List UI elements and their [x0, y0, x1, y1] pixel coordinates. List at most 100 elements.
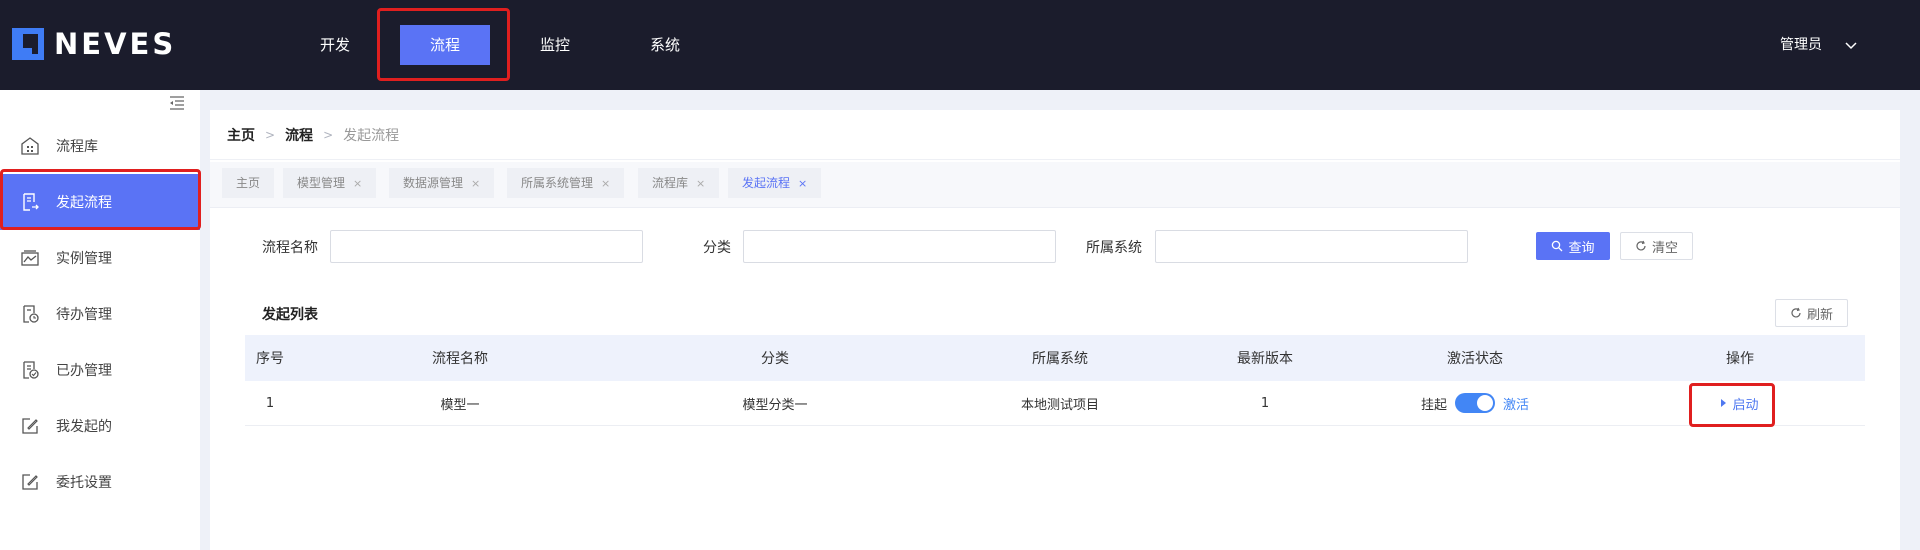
- close-icon[interactable]: ×: [471, 177, 480, 190]
- sidebar-item-start-process[interactable]: 发起流程: [0, 174, 200, 230]
- tabs-bar: 主页 模型管理 × 数据源管理 × 所属系统管理 × 流程库 × 发起流程 ×: [210, 162, 1900, 208]
- sidebar-item-label: 流程库: [56, 139, 98, 155]
- search-icon: [1551, 240, 1563, 252]
- clear-button[interactable]: 清空: [1620, 232, 1693, 260]
- edit-icon: [20, 416, 40, 436]
- document-check-icon: [20, 360, 40, 380]
- row-actions: 启动: [1615, 394, 1865, 413]
- process-table: 序号 流程名称 分类 所属系统 最新版本 激活状态 操作 1 模型一 模型分类一…: [245, 335, 1865, 426]
- brand-name: NEVES: [54, 27, 177, 61]
- breadcrumb-section[interactable]: 流程: [285, 125, 313, 145]
- breadcrumb-current: 发起流程: [343, 127, 400, 144]
- process-name-input[interactable]: [330, 230, 643, 263]
- document-clock-icon: [20, 304, 40, 324]
- close-icon[interactable]: ×: [798, 177, 807, 190]
- refresh-button[interactable]: 刷新: [1775, 299, 1848, 327]
- breadcrumb: 主页 > 流程 > 发起流程: [210, 110, 1900, 160]
- tab-system-management[interactable]: 所属系统管理 ×: [507, 168, 625, 198]
- user-menu[interactable]: 管理员: [1780, 0, 1860, 90]
- sidebar-item-label: 待办管理: [56, 307, 112, 323]
- start-label: 启动: [1732, 397, 1759, 413]
- sidebar-item-todo[interactable]: 待办管理: [0, 286, 200, 342]
- state-active-label: 激活: [1503, 397, 1530, 413]
- chevron-right-icon: >: [265, 127, 276, 142]
- tab-label: 所属系统管理: [521, 176, 594, 190]
- sidebar-item-instances[interactable]: 实例管理: [0, 230, 200, 286]
- column-header: 所属系统: [1032, 351, 1088, 367]
- edit-icon: [20, 472, 40, 492]
- close-icon[interactable]: ×: [353, 177, 362, 190]
- sidebar-item-my-started[interactable]: 我发起的: [0, 398, 200, 454]
- row-name: 模型一: [440, 397, 480, 413]
- main-panel: 主页 > 流程 > 发起流程 主页 模型管理 × 数据源管理 × 所属系统管理 × 流…: [210, 110, 1900, 550]
- tab-label: 模型管理: [297, 176, 346, 190]
- user-name: 管理员: [1780, 37, 1822, 53]
- row-system: 本地测试项目: [1020, 397, 1099, 413]
- start-process-link[interactable]: 启动: [1721, 394, 1759, 413]
- query-button-label: 查询: [1568, 240, 1595, 256]
- sidebar-item-label: 我发起的: [56, 419, 112, 435]
- column-header: 激活状态: [1447, 351, 1503, 367]
- brand-logo[interactable]: NEVES: [12, 27, 177, 61]
- tab-label: 发起流程: [742, 176, 791, 190]
- system-input[interactable]: [1155, 230, 1468, 263]
- sidebar-item-delegation[interactable]: 委托设置: [0, 454, 200, 510]
- tab-datasource-management[interactable]: 数据源管理 ×: [389, 168, 495, 198]
- table-header: 序号 流程名称 分类 所属系统 最新版本 激活状态 操作: [245, 335, 1865, 381]
- sidebar-item-label: 已办管理: [56, 363, 112, 379]
- chevron-right-icon: >: [323, 127, 334, 142]
- refresh-button-label: 刷新: [1806, 307, 1833, 323]
- close-icon[interactable]: ×: [601, 177, 610, 190]
- logo-mark-icon: [12, 28, 44, 60]
- chevron-down-icon: [1844, 37, 1860, 53]
- toggle-knob: [1477, 395, 1493, 411]
- sidebar-item-process-library[interactable]: 流程库: [0, 118, 200, 174]
- row-state: 挂起 激活: [1335, 393, 1615, 413]
- tab-label: 数据源管理: [403, 176, 464, 190]
- document-export-icon: [20, 192, 40, 212]
- sidebar-item-label: 实例管理: [56, 251, 112, 267]
- column-header: 序号: [256, 351, 284, 367]
- scrollbar[interactable]: [1900, 90, 1920, 550]
- row-version: 1: [1260, 395, 1270, 411]
- column-header: 操作: [1726, 351, 1754, 367]
- query-button[interactable]: 查询: [1536, 232, 1610, 260]
- tab-home[interactable]: 主页: [222, 168, 275, 198]
- column-header: 分类: [761, 351, 789, 367]
- clear-button-label: 清空: [1651, 240, 1678, 256]
- building-icon: [20, 136, 40, 156]
- column-header: 流程名称: [432, 351, 488, 367]
- state-suspend-label: 挂起: [1420, 397, 1447, 413]
- category-input[interactable]: [743, 230, 1056, 263]
- activation-toggle[interactable]: [1455, 393, 1495, 413]
- sidebar-item-done[interactable]: 已办管理: [0, 342, 200, 398]
- tab-model-management[interactable]: 模型管理 ×: [283, 168, 377, 198]
- play-icon: [1721, 399, 1727, 407]
- nav-system[interactable]: 系统: [635, 0, 695, 90]
- sidebar: 流程库 发起流程 实例管理 待办管理 已办管理 我发起的 委托设置: [0, 90, 200, 550]
- table-row: 1 模型一 模型分类一 本地测试项目 1 挂起 激活 启动: [245, 381, 1865, 426]
- breadcrumb-home[interactable]: 主页: [227, 125, 255, 145]
- sidebar-item-label: 发起流程: [56, 195, 112, 211]
- list-title: 发起列表: [262, 307, 318, 323]
- tab-start-process[interactable]: 发起流程 ×: [728, 168, 822, 198]
- nav-monitor[interactable]: 监控: [525, 0, 585, 90]
- inbox-chart-icon: [20, 248, 40, 268]
- sidebar-item-label: 委托设置: [56, 475, 112, 491]
- refresh-icon: [1790, 307, 1802, 319]
- row-index: 1: [265, 395, 275, 411]
- collapse-menu-icon[interactable]: [168, 94, 186, 112]
- nav-process[interactable]: 流程: [400, 25, 490, 65]
- tab-process-library[interactable]: 流程库 ×: [638, 168, 720, 198]
- top-header: NEVES 开发 流程 监控 系统 管理员: [0, 0, 1920, 90]
- column-header: 最新版本: [1237, 351, 1293, 367]
- tab-label: 流程库: [652, 176, 689, 190]
- category-label: 分类: [703, 240, 731, 256]
- tab-label: 主页: [236, 176, 261, 190]
- row-category: 模型分类一: [742, 397, 808, 413]
- system-label: 所属系统: [1086, 240, 1142, 256]
- nav-dev[interactable]: 开发: [305, 0, 365, 90]
- close-icon[interactable]: ×: [696, 177, 705, 190]
- refresh-icon: [1635, 240, 1647, 252]
- process-name-label: 流程名称: [262, 240, 318, 256]
